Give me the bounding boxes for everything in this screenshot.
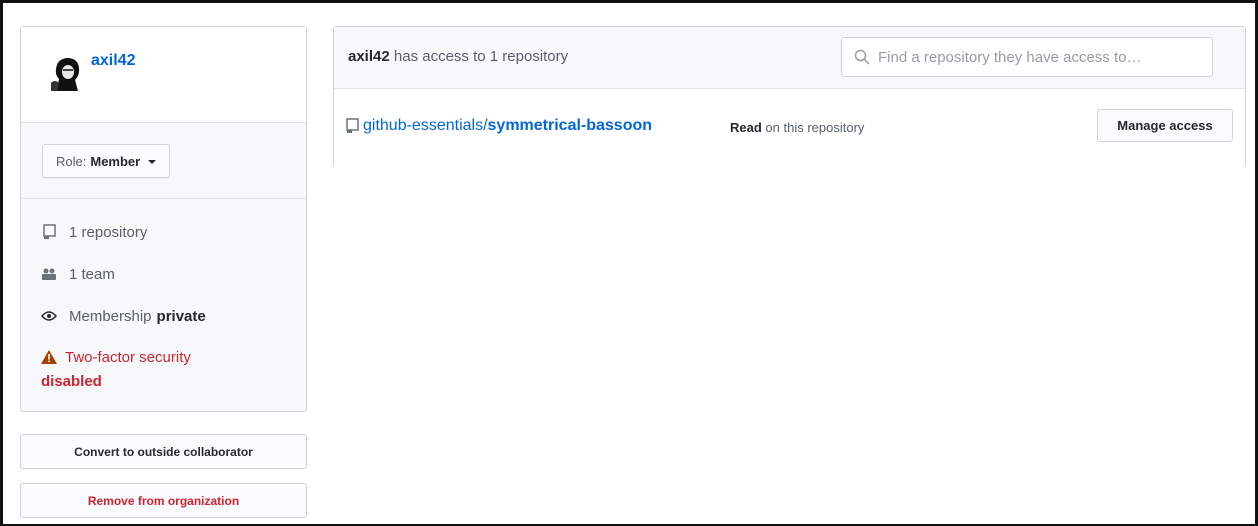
- role-section: Role: Member: [21, 123, 306, 199]
- access-summary-text: has access to 1 repository: [393, 48, 569, 65]
- member-username[interactable]: axil42: [91, 52, 135, 70]
- member-info: 1 repository 1 team Membership private T…: [21, 199, 306, 393]
- role-prefix: Role:: [56, 153, 87, 169]
- panel-header: axil42 has access to 1 repository: [334, 27, 1245, 89]
- repository-permission: Read on this repository: [730, 120, 864, 135]
- team-count[interactable]: 1 team: [69, 266, 115, 283]
- people-icon: [41, 266, 57, 282]
- window-frame: axil42 Role: Member 1 repository 1 team: [0, 0, 1258, 526]
- permission-suffix: on this repository: [765, 120, 865, 135]
- role-value: Member: [90, 153, 141, 169]
- repository-search: [841, 37, 1213, 77]
- caret-down-icon: [148, 160, 157, 164]
- two-factor-row: Two-factor security disabled: [21, 347, 306, 393]
- repository-link[interactable]: github-essentials/symmetrical-bassoon: [346, 117, 652, 135]
- team-count-row: 1 team: [21, 263, 306, 285]
- convert-to-outside-collaborator-button[interactable]: Convert to outside collaborator: [20, 434, 307, 469]
- access-user: axil42: [348, 48, 390, 65]
- membership-label: Membership: [69, 307, 152, 325]
- search-icon: [854, 49, 870, 65]
- repository-name: symmetrical-bassoon: [487, 117, 653, 134]
- manage-access-button[interactable]: Manage access: [1097, 109, 1233, 142]
- membership-value: private: [156, 307, 206, 325]
- member-profile: axil42: [21, 27, 306, 123]
- remove-from-organization-button[interactable]: Remove from organization: [20, 483, 307, 518]
- eye-icon: [41, 308, 57, 324]
- two-factor-label: Two-factor security: [65, 349, 191, 366]
- member-sidebar: axil42 Role: Member 1 repository 1 team: [20, 26, 307, 412]
- repository-owner: github-essentials/: [363, 117, 488, 134]
- avatar[interactable]: [47, 53, 87, 93]
- repository-count[interactable]: 1 repository: [69, 224, 147, 241]
- two-factor-status: disabled: [41, 373, 102, 390]
- access-summary: axil42 has access to 1 repository: [348, 48, 568, 65]
- membership-row: Membership private: [21, 305, 306, 327]
- repository-row: github-essentials/symmetrical-bassoon Re…: [334, 89, 1245, 169]
- repository-count-row: 1 repository: [21, 221, 306, 243]
- permission-level: Read: [730, 120, 762, 135]
- repo-icon: [41, 224, 57, 240]
- alert-icon: [41, 349, 57, 371]
- repository-access-panel: axil42 has access to 1 repository github…: [333, 26, 1246, 169]
- role-dropdown-button[interactable]: Role: Member: [42, 144, 171, 178]
- repository-search-input[interactable]: [876, 47, 1200, 67]
- repo-icon: [346, 118, 359, 134]
